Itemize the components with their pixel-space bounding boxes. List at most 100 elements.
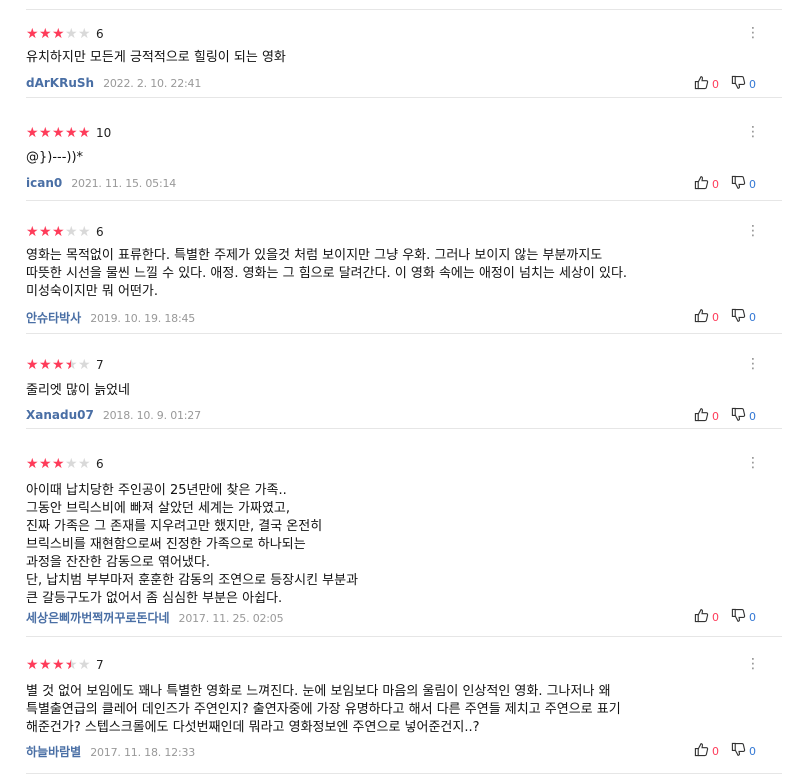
author-name[interactable]: 세상은삐까번쩍꺼꾸로돈다네 bbox=[26, 609, 170, 626]
dislike-button[interactable]: 0 bbox=[731, 308, 756, 327]
author-name[interactable]: ican0 bbox=[26, 176, 62, 190]
review-text: 유치하지만 모든게 긍적적으로 힐링이 되는 영화 bbox=[26, 50, 286, 65]
star-filled-icon: ★ bbox=[39, 125, 52, 141]
review-item: ★★★★★ 7 ⋮ 줄리엣 많이 늙었네 Xanadu07 2018. 10. … bbox=[26, 357, 782, 429]
like-count: 0 bbox=[712, 745, 719, 758]
rating: ★★★★★ 7 bbox=[26, 357, 104, 373]
dislike-count: 0 bbox=[749, 745, 756, 758]
star-filled-icon: ★ bbox=[26, 224, 39, 240]
star-empty-icon: ★ bbox=[78, 26, 91, 42]
review-meta: 하늘바람별 2017. 11. 18. 12:33 bbox=[26, 743, 195, 760]
thumbs-down-icon bbox=[731, 407, 746, 426]
review-text: 별 것 없어 보임에도 꽤나 특별한 영화로 느껴진다. 눈에 보임보다 마음의… bbox=[26, 684, 621, 735]
vote-controls: 0 0 bbox=[682, 75, 756, 94]
dislike-count: 0 bbox=[749, 78, 756, 91]
star-filled-icon: ★ bbox=[52, 224, 65, 240]
star-filled-icon: ★ bbox=[26, 456, 39, 472]
thumbs-down-icon bbox=[731, 75, 746, 94]
author-name[interactable]: 하늘바람별 bbox=[26, 743, 81, 760]
review-date: 2022. 2. 10. 22:41 bbox=[103, 77, 202, 90]
review-text: 줄리엣 많이 늙었네 bbox=[26, 383, 130, 398]
star-empty-icon: ★ bbox=[65, 26, 78, 42]
star-filled-icon: ★ bbox=[78, 125, 91, 141]
review-meta: 세상은삐까번쩍꺼꾸로돈다네 2017. 11. 25. 02:05 bbox=[26, 609, 284, 626]
star-rating: ★ ★ ★ ★ ★ bbox=[26, 224, 91, 240]
star-filled-icon: ★ bbox=[26, 26, 39, 42]
star-half-icon: ★ bbox=[65, 657, 78, 673]
star-filled-icon: ★ bbox=[52, 26, 65, 42]
vote-controls: 0 0 bbox=[682, 608, 756, 627]
review-meta: 안슈타박사 2019. 10. 19. 18:45 bbox=[26, 309, 195, 326]
star-filled-icon: ★ bbox=[52, 357, 65, 373]
star-filled-icon: ★ bbox=[39, 26, 52, 42]
rating-score: 6 bbox=[96, 27, 104, 41]
like-count: 0 bbox=[712, 78, 719, 91]
dislike-button[interactable]: 0 bbox=[731, 407, 756, 426]
star-filled-icon: ★ bbox=[39, 657, 52, 673]
review-meta: Xanadu07 2018. 10. 9. 01:27 bbox=[26, 408, 201, 422]
review-meta: dArKRuSh 2022. 2. 10. 22:41 bbox=[26, 76, 201, 90]
dislike-button[interactable]: 0 bbox=[731, 608, 756, 627]
star-filled-icon: ★ bbox=[52, 456, 65, 472]
review-text: 아이때 납치당한 주인공이 25년만에 찾은 가족.. 그동안 브릭스비에 빠져… bbox=[26, 483, 359, 606]
author-name[interactable]: dArKRuSh bbox=[26, 76, 94, 90]
author-name[interactable]: Xanadu07 bbox=[26, 408, 94, 422]
like-button[interactable]: 0 bbox=[694, 75, 719, 94]
review-item: ★ ★ ★ ★ ★ 6 ⋮ 유치하지만 모든게 긍적적으로 힐링이 되는 영화 dArK… bbox=[26, 26, 782, 98]
review-meta: ican0 2021. 11. 15. 05:14 bbox=[26, 176, 176, 190]
star-rating: ★ ★ ★ ★ ★ bbox=[26, 456, 91, 472]
star-filled-icon: ★ bbox=[26, 125, 39, 141]
more-options-icon[interactable]: ⋮ bbox=[746, 26, 760, 40]
dislike-count: 0 bbox=[749, 410, 756, 423]
author-name[interactable]: 안슈타박사 bbox=[26, 309, 81, 326]
star-empty-icon: ★ bbox=[78, 657, 91, 673]
vote-controls: 0 0 bbox=[682, 407, 756, 426]
star-filled-icon: ★ bbox=[52, 125, 65, 141]
dislike-count: 0 bbox=[749, 611, 756, 624]
rating-score: 7 bbox=[96, 358, 104, 372]
like-count: 0 bbox=[712, 311, 719, 324]
dislike-button[interactable]: 0 bbox=[731, 742, 756, 761]
thumbs-up-icon bbox=[694, 308, 709, 327]
more-options-icon[interactable]: ⋮ bbox=[746, 456, 760, 470]
more-options-icon[interactable]: ⋮ bbox=[746, 357, 760, 371]
review-text: 영화는 목적없이 표류한다. 특별한 주제가 있을것 처럼 보이지만 그냥 우화… bbox=[26, 248, 628, 299]
thumbs-up-icon bbox=[694, 75, 709, 94]
more-options-icon[interactable]: ⋮ bbox=[746, 224, 760, 238]
thumbs-up-icon bbox=[694, 407, 709, 426]
like-button[interactable]: 0 bbox=[694, 175, 719, 194]
rating-score: 6 bbox=[96, 457, 104, 471]
divider bbox=[26, 9, 782, 10]
star-filled-icon: ★ bbox=[26, 357, 39, 373]
like-button[interactable]: 0 bbox=[694, 742, 719, 761]
rating-score: 10 bbox=[96, 126, 112, 140]
like-button[interactable]: 0 bbox=[694, 608, 719, 627]
star-empty-icon: ★ bbox=[65, 224, 78, 240]
rating: ★ ★ ★ ★ ★ 6 bbox=[26, 224, 104, 240]
more-options-icon[interactable]: ⋮ bbox=[746, 657, 760, 671]
star-half-icon: ★ bbox=[65, 357, 78, 373]
star-empty-icon: ★ bbox=[78, 224, 91, 240]
rating: ★ ★ ★ ★ ★ 10 bbox=[26, 125, 111, 141]
rating: ★★★★★ 7 bbox=[26, 657, 104, 673]
rating: ★ ★ ★ ★ ★ 6 bbox=[26, 26, 104, 42]
review-item: ★ ★ ★ ★ ★ 6 ⋮ 영화는 목적없이 표류한다. 특별한 주제가 있을것 처럼 … bbox=[26, 224, 782, 334]
thumbs-up-icon bbox=[694, 175, 709, 194]
vote-controls: 0 0 bbox=[682, 742, 756, 761]
like-count: 0 bbox=[712, 178, 719, 191]
dislike-button[interactable]: 0 bbox=[731, 175, 756, 194]
star-filled-icon: ★ bbox=[65, 125, 78, 141]
star-filled-icon: ★ bbox=[39, 224, 52, 240]
thumbs-down-icon bbox=[731, 308, 746, 327]
like-button[interactable]: 0 bbox=[694, 407, 719, 426]
more-options-icon[interactable]: ⋮ bbox=[746, 125, 760, 139]
star-empty-icon: ★ bbox=[78, 357, 91, 373]
dislike-count: 0 bbox=[749, 311, 756, 324]
review-item: ★★★★★ 7 ⋮ 별 것 없어 보임에도 꽤나 특별한 영화로 느껴진다. 눈… bbox=[26, 657, 782, 774]
dislike-button[interactable]: 0 bbox=[731, 75, 756, 94]
review-date: 2019. 10. 19. 18:45 bbox=[90, 312, 196, 325]
thumbs-down-icon bbox=[731, 742, 746, 761]
dislike-count: 0 bbox=[749, 178, 756, 191]
thumbs-up-icon bbox=[694, 742, 709, 761]
like-button[interactable]: 0 bbox=[694, 308, 719, 327]
